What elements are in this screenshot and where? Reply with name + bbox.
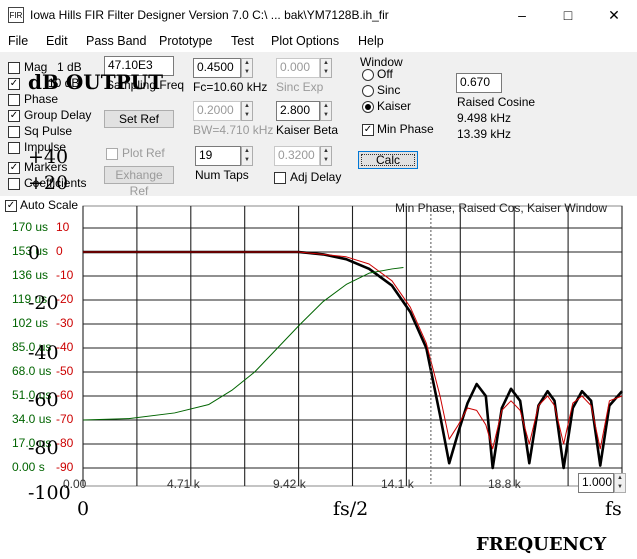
plot-caption: Min Phase, Raised Cos, Kaiser Window [395,201,608,215]
frequency-tick: 9.42 k [273,477,306,491]
db-tick: -90 [56,460,74,474]
overlay-y-tick: -100 [28,482,71,504]
group-delay-tick: 136 us [12,268,49,282]
group-delay-tick: 0.00 s [12,460,45,474]
zoom-input[interactable]: 1.000 [578,473,614,493]
zoom-spinner[interactable]: ▲ ▼ [614,473,626,493]
db-tick: -10 [56,268,74,282]
overlay-y-tick: -40 [28,342,59,364]
db-tick: 10 [56,220,70,234]
db-tick: 0 [56,244,63,258]
overlay-y-tick: +20 [28,172,69,194]
group-delay-tick: 170 us [12,220,49,234]
overlay-title: dB OUTPUT [28,70,163,94]
db-tick: -30 [56,316,74,330]
overlay-y-tick: -80 [28,437,59,459]
overlay-y-tick: 0 [28,242,41,264]
overlay-xlabel: FREQUENCY [476,534,607,555]
group-delay-tick: 34.0 us [12,412,52,426]
overlay-x-fs: fs [605,498,622,520]
plot-grid [82,205,623,487]
overlay-y-tick: -20 [28,292,59,314]
db-tick: -70 [56,412,74,426]
frequency-tick: 4.71 k [167,477,200,491]
frequency-tick: 18.8 k [488,477,521,491]
overlay-y-tick: +40 [28,146,69,168]
overlay-x-0: 0 [77,498,90,520]
overlay-y-tick: -60 [28,389,59,411]
db-tick: -50 [56,364,74,378]
group-delay-tick: 102 us [12,316,49,330]
group-delay-tick: 68.0 us [12,364,52,378]
frequency-tick: 14.1 k [381,477,414,491]
overlay-x-fs2: fs/2 [333,498,369,520]
